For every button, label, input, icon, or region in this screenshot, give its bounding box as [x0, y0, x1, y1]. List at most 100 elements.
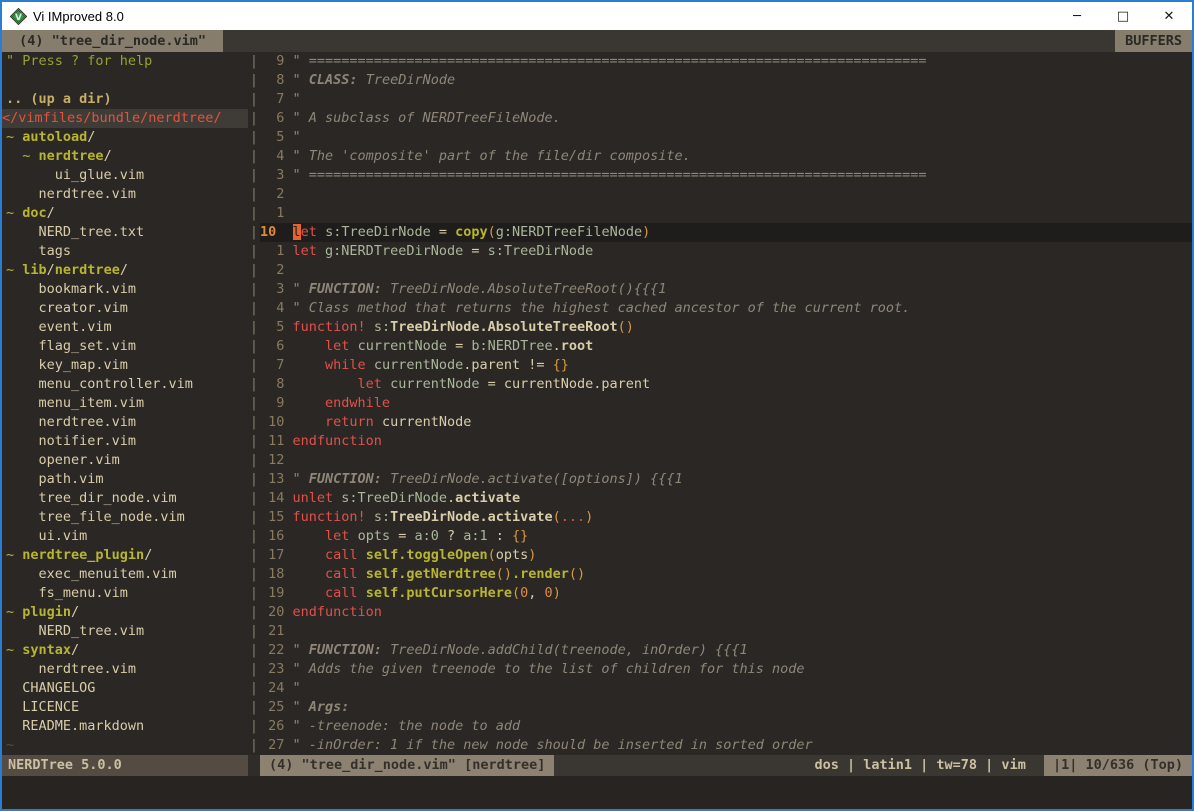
tree-item[interactable]: ~ nerdtree/ — [6, 147, 248, 166]
tree-item[interactable]: path.vim — [6, 470, 248, 489]
code-line[interactable]: 25 " Args: — [260, 698, 1192, 717]
tree-item[interactable]: tree_dir_node.vim — [6, 489, 248, 508]
code-line[interactable]: 10 return currentNode — [260, 413, 1192, 432]
syntax-token-fg: : — [488, 528, 512, 544]
code-line[interactable]: 11 endfunction — [260, 432, 1192, 451]
editor-panel[interactable]: 9 " ====================================… — [260, 52, 1192, 755]
code-line[interactable]: 5 function! s:TreeDirNode.AbsoluteTreeRo… — [260, 318, 1192, 337]
syntax-token-fg: . — [553, 338, 561, 354]
code-line[interactable]: 3 " ====================================… — [260, 166, 1192, 185]
code-line[interactable]: 9 endwhile — [260, 394, 1192, 413]
tree-item[interactable]: event.vim — [6, 318, 248, 337]
tab-current-buffer[interactable]: (4) "tree_dir_node.vim" — [2, 30, 223, 52]
tree-item[interactable]: CHANGELOG — [6, 679, 248, 698]
tree-item[interactable]: nerdtree.vim — [6, 413, 248, 432]
tree-item[interactable]: NERD_tree.txt — [6, 223, 248, 242]
syntax-token-cmb: FUNCTION: — [309, 471, 382, 487]
code-line[interactable]: 26 " -treenode: the node to add — [260, 717, 1192, 736]
syntax-token-lnum: 6 — [260, 110, 293, 126]
tree-item[interactable]: ~ plugin/ — [6, 603, 248, 622]
code-line[interactable]: 27 " -inOrder: 1 if the new node should … — [260, 736, 1192, 755]
syntax-token-lnum: 14 — [260, 490, 293, 506]
code-line[interactable]: 18 call self.getNerdtree().render() — [260, 565, 1192, 584]
tree-item[interactable]: key_map.vim — [6, 356, 248, 375]
tree-item[interactable]: " Press ? for help — [6, 52, 248, 71]
syntax-token-fg — [366, 509, 374, 525]
code-line[interactable]: 5 " — [260, 128, 1192, 147]
tree-item[interactable] — [6, 71, 248, 90]
command-line[interactable] — [2, 776, 1192, 809]
window-separator[interactable]: ||||||||||||||||||||||||||||||||||||| — [248, 52, 260, 755]
tree-item[interactable]: ~ doc/ — [6, 204, 248, 223]
code-line[interactable]: 16 let opts = a:0 ? a:1 : {} — [260, 527, 1192, 546]
tree-item[interactable]: </vimfiles/bundle/nerdtree/ — [2, 109, 248, 128]
code-line[interactable]: 9 " ====================================… — [260, 52, 1192, 71]
syntax-token-dirm: ~ — [6, 262, 22, 278]
code-line[interactable]: 3 " FUNCTION: TreeDirNode.AbsoluteTreeRo… — [260, 280, 1192, 299]
code-line[interactable]: 14 unlet s:TreeDirNode.activate — [260, 489, 1192, 508]
tree-item[interactable]: opener.vim — [6, 451, 248, 470]
code-line[interactable]: 2 — [260, 261, 1192, 280]
separator-glyph: | — [248, 451, 260, 470]
syntax-token-file: nerdtree.vim — [6, 186, 136, 202]
code-line[interactable]: 17 call self.toggleOpen(opts) — [260, 546, 1192, 565]
code-line[interactable]: 1 let g:NERDTreeDirNode = s:TreeDirNode — [260, 242, 1192, 261]
syntax-token-kw: let — [325, 338, 349, 354]
tree-item[interactable]: nerdtree.vim — [6, 185, 248, 204]
code-line[interactable]: 20 endfunction — [260, 603, 1192, 622]
tree-item[interactable]: ui.vim — [6, 527, 248, 546]
tree-item[interactable]: menu_item.vim — [6, 394, 248, 413]
tree-item[interactable]: ~ autoload/ — [6, 128, 248, 147]
tree-item[interactable]: ui_glue.vim — [6, 166, 248, 185]
tree-item[interactable]: tags — [6, 242, 248, 261]
code-line[interactable]: 7 " — [260, 90, 1192, 109]
tree-item[interactable]: NERD_tree.vim — [6, 622, 248, 641]
tree-item[interactable]: menu_controller.vim — [6, 375, 248, 394]
code-line[interactable]: 8 " CLASS: TreeDirNode — [260, 71, 1192, 90]
tree-item[interactable]: README.markdown — [6, 717, 248, 736]
tree-item[interactable]: exec_menuitem.vim — [6, 565, 248, 584]
code-line[interactable]: 8 let currentNode = currentNode.parent — [260, 375, 1192, 394]
tree-item[interactable]: tree_file_node.vim — [6, 508, 248, 527]
tree-item[interactable]: ~ lib/nerdtree/ — [6, 261, 248, 280]
code-line[interactable]: 10 let s:TreeDirNode = copy(g:NERDTreeFi… — [260, 223, 1192, 242]
tree-item[interactable]: fs_menu.vim — [6, 584, 248, 603]
minimize-button[interactable]: ─ — [1054, 2, 1100, 30]
syntax-token-fg: = — [431, 224, 455, 240]
close-button[interactable]: ✕ — [1146, 2, 1192, 30]
code-line[interactable]: 7 while currentNode.parent != {} — [260, 356, 1192, 375]
tree-item[interactable]: nerdtree.vim — [6, 660, 248, 679]
code-line[interactable]: 2 — [260, 185, 1192, 204]
tree-item[interactable]: ~ syntax/ — [6, 641, 248, 660]
code-line[interactable]: 12 — [260, 451, 1192, 470]
tree-item[interactable]: .. (up a dir) — [6, 90, 248, 109]
code-line[interactable]: 4 " Class method that returns the highes… — [260, 299, 1192, 318]
code-line[interactable]: 23 " Adds the given treenode to the list… — [260, 660, 1192, 679]
syntax-token-fg: = — [447, 338, 471, 354]
code-line[interactable]: 13 " FUNCTION: TreeDirNode.activate([opt… — [260, 470, 1192, 489]
syntax-token-kw: let — [325, 528, 349, 544]
tree-item[interactable]: ~ — [6, 736, 248, 755]
tree-item[interactable]: notifier.vim — [6, 432, 248, 451]
syntax-token-lnum: 11 — [260, 433, 293, 449]
code-line[interactable]: 6 let currentNode = b:NERDTree.root — [260, 337, 1192, 356]
code-line[interactable]: 6 " A subclass of NERDTreeFileNode. — [260, 109, 1192, 128]
syntax-token-lnumc: 10 — [260, 224, 293, 240]
syntax-token-fg — [349, 338, 357, 354]
tree-item[interactable]: bookmark.vim — [6, 280, 248, 299]
code-line[interactable]: 24 " — [260, 679, 1192, 698]
syntax-token-lnum: 8 — [260, 72, 293, 88]
code-line[interactable]: 22 " FUNCTION: TreeDirNode.addChild(tree… — [260, 641, 1192, 660]
maximize-button[interactable]: □ — [1100, 2, 1146, 30]
code-line[interactable]: 4 " The 'composite' part of the file/dir… — [260, 147, 1192, 166]
tree-item[interactable]: flag_set.vim — [6, 337, 248, 356]
code-line[interactable]: 15 function! s:TreeDirNode.activate(...) — [260, 508, 1192, 527]
tree-item[interactable]: ~ nerdtree_plugin/ — [6, 546, 248, 565]
tree-item[interactable]: creator.vim — [6, 299, 248, 318]
buffers-label[interactable]: BUFFERS — [1115, 30, 1192, 52]
code-line[interactable]: 1 — [260, 204, 1192, 223]
syntax-token-cm: TreeDirNode.AbsoluteTreeRoot(){{{1 — [382, 281, 666, 297]
code-line[interactable]: 19 call self.putCursorHere(0, 0) — [260, 584, 1192, 603]
tree-item[interactable]: LICENCE — [6, 698, 248, 717]
code-line[interactable]: 21 — [260, 622, 1192, 641]
